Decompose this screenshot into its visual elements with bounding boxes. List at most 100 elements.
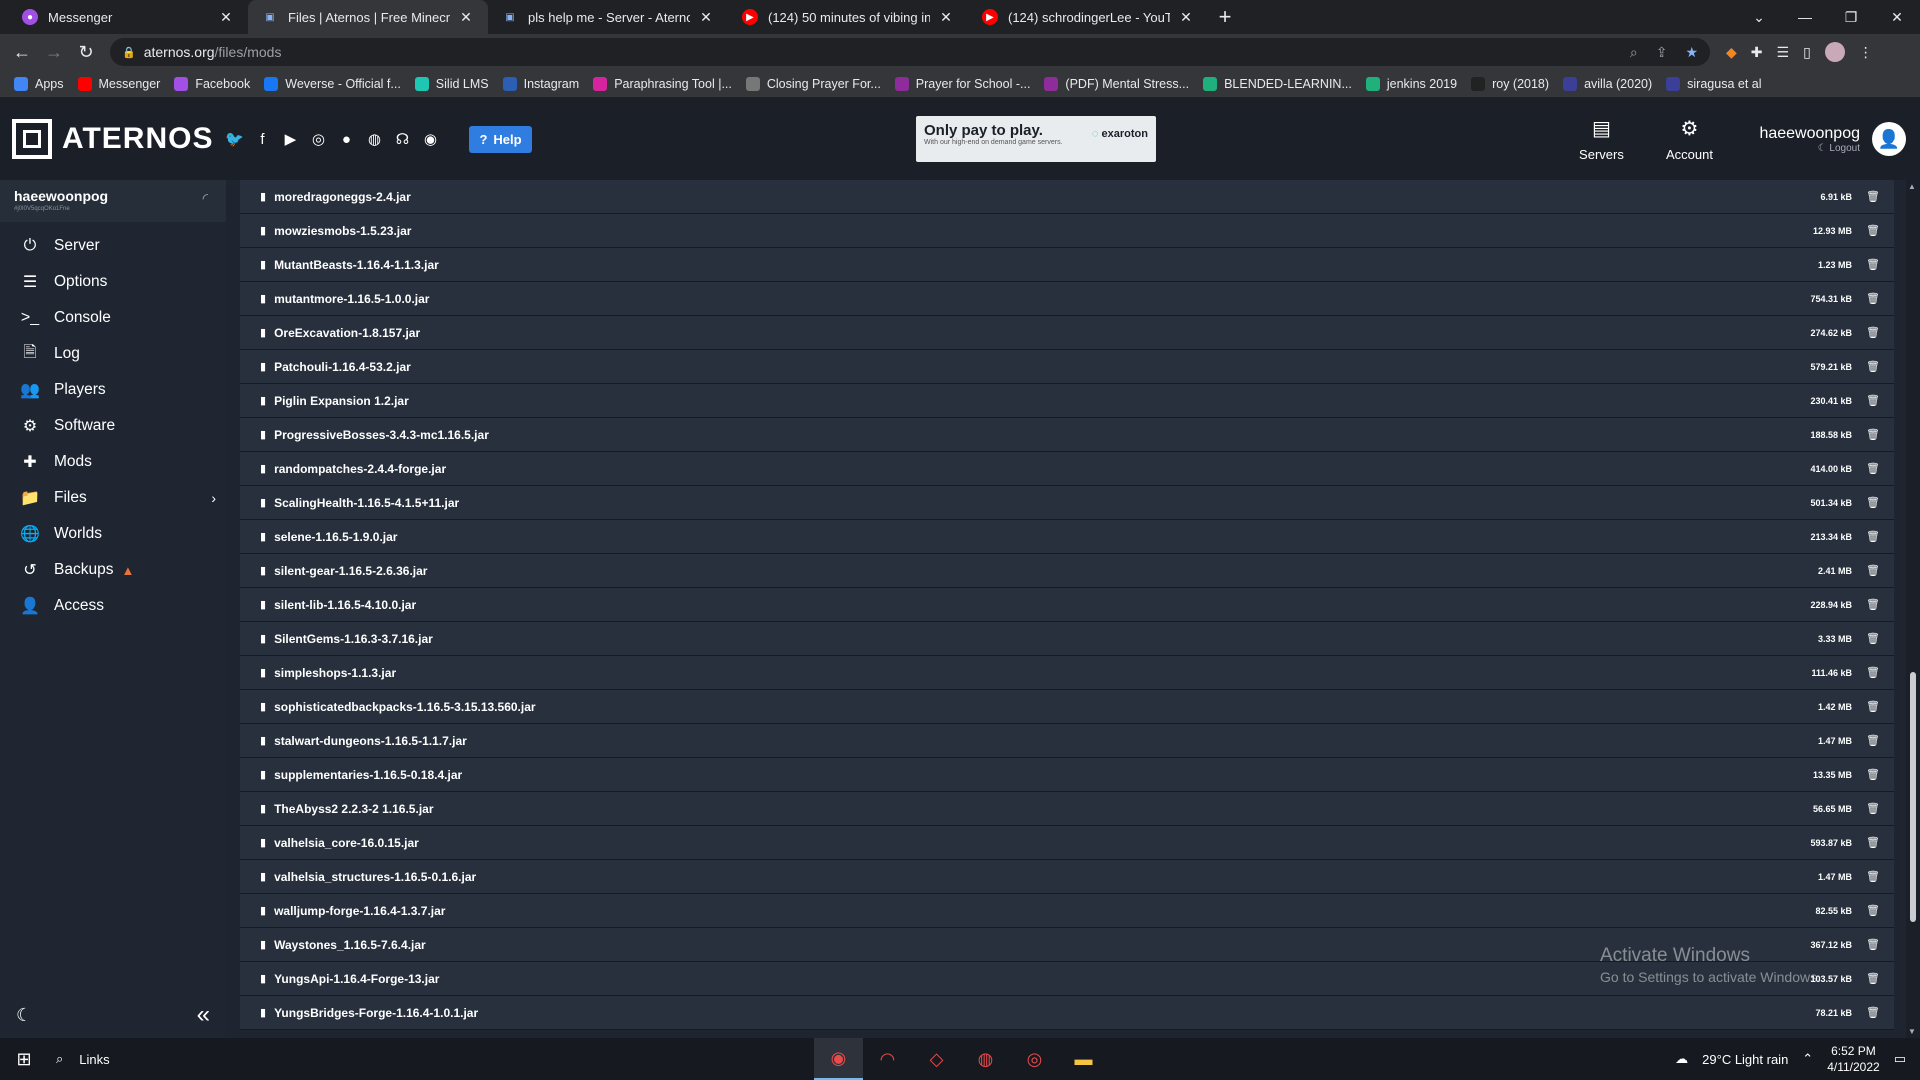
share-icon[interactable]: ⇪: [1656, 44, 1668, 61]
file-name[interactable]: OreExcavation-1.8.157.jar: [274, 326, 1810, 340]
riot-app-icon[interactable]: ◇: [912, 1038, 961, 1080]
file-name[interactable]: walljump-forge-1.16.4-1.3.7.jar: [274, 904, 1815, 918]
file-name[interactable]: Patchouli-1.16.4-53.2.jar: [274, 360, 1810, 374]
file-name[interactable]: moredragoneggs-2.4.jar: [274, 190, 1820, 204]
trash-icon[interactable]: 🗑: [1866, 802, 1880, 815]
sidebar-item-worlds[interactable]: 🌐 Worlds: [0, 516, 226, 552]
bookmark-star-icon[interactable]: ★: [1685, 44, 1698, 61]
spotify-app-icon[interactable]: ◎: [1010, 1038, 1059, 1080]
close-tab-icon[interactable]: ✕: [218, 9, 234, 26]
discord-app-icon[interactable]: ◍: [961, 1038, 1010, 1080]
trash-icon[interactable]: 🗑: [1866, 598, 1880, 611]
trash-icon[interactable]: 🗑: [1866, 734, 1880, 747]
bookmark-item[interactable]: Paraphrasing Tool |...: [593, 76, 732, 91]
zoom-icon[interactable]: ⌕: [1630, 44, 1638, 61]
trash-icon[interactable]: 🗑: [1866, 326, 1880, 339]
file-name[interactable]: selene-1.16.5-1.9.0.jar: [274, 530, 1810, 544]
file-row[interactable]: ▮ valhelsia_structures-1.16.5-0.1.6.jar 1.…: [240, 860, 1894, 894]
file-row[interactable]: ▮ sophisticatedbackpacks-1.16.5-3.15.13.5…: [240, 690, 1894, 724]
sidebar-item-files[interactable]: 📁 Files ›: [0, 480, 226, 516]
aternos-logo[interactable]: ATERNOS: [12, 119, 213, 159]
file-row[interactable]: ▮ mowziesmobs-1.5.23.jar 12.93 MB 🗑: [240, 214, 1894, 248]
file-name[interactable]: valhelsia_core-16.0.15.jar: [274, 836, 1810, 850]
trash-icon[interactable]: 🗑: [1866, 564, 1880, 577]
sidebar-item-options[interactable]: ☰ Options: [0, 264, 226, 300]
reading-list-icon[interactable]: ☰: [1777, 44, 1790, 61]
tray-chevron-icon[interactable]: ⌃: [1802, 1051, 1813, 1067]
file-name[interactable]: ProgressiveBosses-3.4.3-mc1.16.5.jar: [274, 428, 1810, 442]
taskbar-search[interactable]: ⌕ Links: [56, 1051, 110, 1067]
browser-menu-icon[interactable]: ⋮: [1859, 44, 1873, 61]
file-row[interactable]: ▮ TheAbyss2 2.2.3-2 1.16.5.jar 56.65 MB 🗑: [240, 792, 1894, 826]
browser-tab[interactable]: ▣ Files | Aternos | Free Minecraft Se ✕: [248, 0, 488, 34]
tab-search-icon[interactable]: ⌄: [1736, 0, 1782, 34]
trash-icon[interactable]: 🗑: [1866, 462, 1880, 475]
file-name[interactable]: randompatches-2.4.4-forge.jar: [274, 462, 1810, 476]
trash-icon[interactable]: 🗑: [1866, 938, 1880, 951]
servers-link[interactable]: ▤ Servers: [1557, 116, 1645, 162]
trash-icon[interactable]: 🗑: [1866, 666, 1880, 679]
bookmark-item[interactable]: Silid LMS: [414, 76, 489, 91]
file-name[interactable]: TheAbyss2 2.2.3-2 1.16.5.jar: [274, 802, 1813, 816]
sidebar-item-access[interactable]: 👤 Access: [0, 588, 226, 624]
new-tab-button[interactable]: +: [1208, 0, 1242, 34]
file-name[interactable]: YungsBridges-Forge-1.16.4-1.0.1.jar: [274, 1006, 1815, 1020]
clock[interactable]: 6:52 PM 4/11/2022: [1827, 1043, 1880, 1075]
forward-button[interactable]: →: [38, 36, 70, 68]
trash-icon[interactable]: 🗑: [1866, 530, 1880, 543]
extensions-icon[interactable]: ✚: [1751, 44, 1763, 61]
file-name[interactable]: valhelsia_structures-1.16.5-0.1.6.jar: [274, 870, 1818, 884]
close-tab-icon[interactable]: ✕: [938, 9, 954, 26]
scroll-down-icon[interactable]: ▼: [1908, 1027, 1916, 1036]
collapse-sidebar-icon[interactable]: «: [197, 1001, 210, 1029]
trash-icon[interactable]: 🗑: [1866, 836, 1880, 849]
file-row[interactable]: ▮ valhelsia_core-16.0.15.jar 593.87 kB 🗑: [240, 826, 1894, 860]
close-tab-icon[interactable]: ✕: [458, 9, 474, 26]
trash-icon[interactable]: 🗑: [1866, 190, 1880, 203]
instagram-icon[interactable]: ◎: [309, 130, 327, 148]
url-field[interactable]: 🔒 aternos.org/files/mods ⌕ ⇪ ★: [110, 38, 1710, 66]
file-row[interactable]: ▮ selene-1.16.5-1.9.0.jar 213.34 kB 🗑: [240, 520, 1894, 554]
reload-button[interactable]: ↻: [70, 36, 102, 68]
file-row[interactable]: ▮ mutantmore-1.16.5-1.0.0.jar 754.31 kB 🗑: [240, 282, 1894, 316]
minimize-button[interactable]: —: [1782, 0, 1828, 34]
file-name[interactable]: supplementaries-1.16.5-0.18.4.jar: [274, 768, 1813, 782]
browser-tab[interactable]: ▶ (124) 50 minutes of vibing in DEV ✕: [728, 0, 968, 34]
bookmark-item[interactable]: Apps: [14, 76, 64, 91]
file-name[interactable]: silent-gear-1.16.5-2.6.36.jar: [274, 564, 1818, 578]
advertisement-banner[interactable]: Only pay to play. With our high-end on d…: [916, 116, 1156, 162]
bookmark-item[interactable]: Instagram: [502, 76, 579, 91]
bookmark-item[interactable]: Prayer for School -...: [894, 76, 1030, 91]
sidebar-item-console[interactable]: >_ Console: [0, 300, 226, 336]
file-name[interactable]: YungsApi-1.16.4-Forge-13.jar: [274, 972, 1810, 986]
file-name[interactable]: Waystones_1.16.5-7.6.4.jar: [274, 938, 1810, 952]
reddit-icon[interactable]: ●: [337, 130, 355, 148]
profile-avatar[interactable]: [1824, 42, 1845, 62]
dark-mode-toggle-icon[interactable]: ☾: [16, 1005, 32, 1026]
trash-icon[interactable]: 🗑: [1866, 394, 1880, 407]
trash-icon[interactable]: 🗑: [1866, 360, 1880, 373]
sidebar-item-mods[interactable]: ✚ Mods: [0, 444, 226, 480]
trash-icon[interactable]: 🗑: [1866, 224, 1880, 237]
trash-icon[interactable]: 🗑: [1866, 1006, 1880, 1019]
help-button[interactable]: ? Help: [469, 125, 532, 153]
discord-icon[interactable]: ◍: [365, 130, 383, 148]
file-row[interactable]: ▮ OreExcavation-1.8.157.jar 274.62 kB 🗑: [240, 316, 1894, 350]
file-row[interactable]: ▮ supplementaries-1.16.5-0.18.4.jar 13.35 …: [240, 758, 1894, 792]
sidebar-item-server[interactable]: ⏻ Server: [0, 228, 226, 264]
trash-icon[interactable]: 🗑: [1866, 632, 1880, 645]
browser-tab[interactable]: ▶ (124) schrodingerLee - YouTube ✕: [968, 0, 1208, 34]
close-tab-icon[interactable]: ✕: [1178, 9, 1194, 26]
file-name[interactable]: mowziesmobs-1.5.23.jar: [274, 224, 1813, 238]
twitter-icon[interactable]: 🐦: [225, 130, 244, 148]
bookmark-item[interactable]: roy (2018): [1471, 76, 1549, 91]
logout-link[interactable]: ☾ Logout: [1759, 143, 1860, 154]
page-scrollbar[interactable]: ▲ ▼: [1906, 180, 1920, 1038]
sidebar-item-software[interactable]: ⚙ Software: [0, 408, 226, 444]
trash-icon[interactable]: 🗑: [1866, 428, 1880, 441]
file-name[interactable]: MutantBeasts-1.16.4-1.1.3.jar: [274, 258, 1818, 272]
file-row[interactable]: ▮ Piglin Expansion 1.2.jar 230.41 kB 🗑: [240, 384, 1894, 418]
file-row[interactable]: ▮ SilentGems-1.16.3-3.7.16.jar 3.33 MB 🗑: [240, 622, 1894, 656]
file-row[interactable]: ▮ ProgressiveBosses-3.4.3-mc1.16.5.jar 188…: [240, 418, 1894, 452]
sidebar-item-players[interactable]: 👥 Players: [0, 372, 226, 408]
